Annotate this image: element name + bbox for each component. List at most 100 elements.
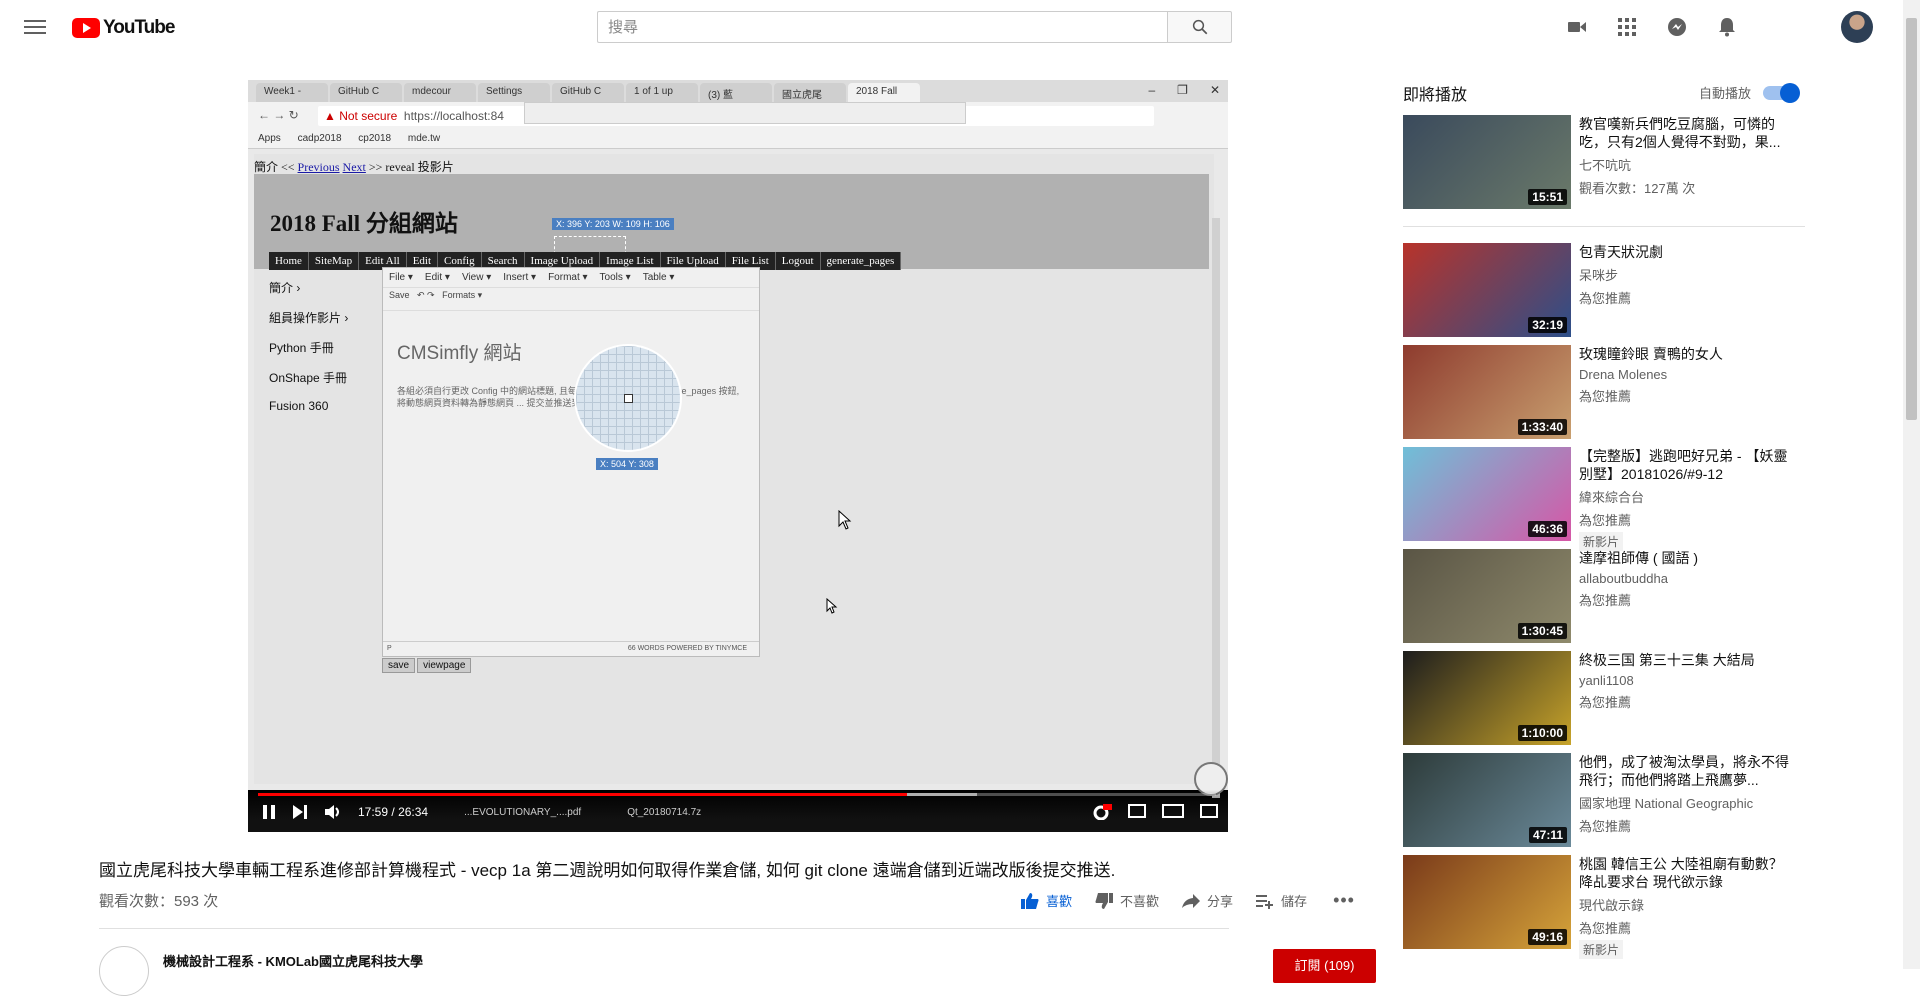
recommendation-title[interactable]: 教官嘆新兵們吃豆腐腦，可憐的吃，只有2個人覺得不對勁，果... <box>1579 115 1789 151</box>
new-video-badge: 新影片 <box>1579 940 1624 959</box>
dislike-button[interactable]: 不喜歡 <box>1094 891 1159 910</box>
search-input[interactable] <box>597 11 1167 43</box>
video-thumbnail[interactable]: 1:30:45 <box>1403 549 1571 643</box>
messages-icon[interactable] <box>1664 14 1690 40</box>
pause-icon[interactable] <box>262 804 276 820</box>
breadcrumb-suffix: >> reveal 投影片 <box>368 160 454 174</box>
video-thumbnail[interactable]: 15:51 <box>1403 115 1571 209</box>
recommendation-meta: 為您推薦 <box>1579 695 1632 710</box>
recommendation-item[interactable]: 32:19 包青天狀況劇 呆咪步 為您推薦 <box>1403 243 1805 337</box>
autoplay-toggle[interactable] <box>1763 82 1801 103</box>
apps-icon[interactable] <box>1614 14 1640 40</box>
recommendation-title[interactable]: 【完整版】逃跑吧好兄弟 - 【妖靈別墅】20181026/#9-12 <box>1579 447 1789 483</box>
recommendation-info: 桃園 韓信王公 大陸祖廟有動數？降乩要求台 現代欲示錄 現代啟示錄 為您推薦 新影片 <box>1579 855 1789 959</box>
subscribe-button[interactable]: 訂閱 (109) <box>1273 949 1376 983</box>
window-controls: – ❐ ✕ <box>1148 83 1220 97</box>
video-title: 國立虎尾科技大學車輛工程系進修部計算機程式 - vecp 1a 第二週說明如何取… <box>99 861 1116 880</box>
thumbs-down-icon <box>1095 892 1114 909</box>
site-nav-item: generate_pages <box>820 252 902 270</box>
back-forward-icons: ← → ↻ <box>258 108 299 122</box>
editor-body: CMSimfly 網站 各組必須自行更改 Config 中的網站標題, 且每次利… <box>397 338 747 409</box>
player-left-controls: 17:59 / 26:34 ...EVOLUTIONARY_....pdf Qt… <box>262 804 701 820</box>
player-controls: 17:59 / 26:34 ...EVOLUTIONARY_....pdf Qt… <box>248 790 1228 832</box>
recommendation-title[interactable]: 包青天狀況劇 <box>1579 243 1789 261</box>
recommendation-channel: 七不吭吭 <box>1579 158 1632 173</box>
browser-tab: Settings <box>478 83 550 102</box>
playlist-add-icon <box>1256 894 1274 909</box>
video-thumbnail[interactable]: 49:16 <box>1403 855 1571 949</box>
up-next-heading: 即將播放 <box>1403 87 1468 104</box>
site-nav-item: SiteMap <box>308 252 360 270</box>
menu-icon[interactable] <box>24 16 46 38</box>
player-right-controls <box>1092 804 1218 820</box>
recommendation-meta: 為您推薦 <box>1579 513 1632 528</box>
like-label: 喜歡 <box>1046 894 1073 909</box>
masthead: YouTube <box>0 0 1900 56</box>
recommendation-item[interactable]: 47:11 他們，成了被淘汰學員，將永不得飛行；而他們將踏上飛鷹夢... 國家地理 … <box>1403 753 1805 847</box>
account-avatar[interactable] <box>1841 11 1873 43</box>
page-scrollbar[interactable] <box>1903 0 1920 969</box>
video-thumbnail[interactable]: 32:19 <box>1403 243 1571 337</box>
fullscreen-icon[interactable] <box>1200 804 1218 818</box>
recommendation-channel: yanli1108 <box>1579 673 1634 688</box>
recommendation-meta: 為您推薦 <box>1579 593 1632 608</box>
next-icon[interactable] <box>292 804 308 820</box>
breadcrumb: 簡介 << Previous Next >> reveal 投影片 <box>254 158 1214 175</box>
video-thumbnail[interactable]: 46:36 <box>1403 447 1571 541</box>
video-camera-icon[interactable] <box>1564 14 1590 40</box>
channel-name[interactable]: 機械設計工程系 - KMOLab國立虎尾科技大學 <box>163 951 423 970</box>
settings-gear-icon[interactable] <box>1092 804 1112 820</box>
search-bar <box>597 11 1232 43</box>
recommendation-meta: 觀看次數：127萬 次 <box>1579 181 1696 196</box>
site-nav-item: Home <box>269 252 309 270</box>
cursor-coordinate-tag: X: 504 Y: 308 <box>596 458 658 470</box>
recommendation-item[interactable]: 1:33:40 玫瑰瞳鈴眼 賣鴨的女人 Drena Molenes 為您推薦 <box>1403 345 1805 439</box>
duration-badge: 46:36 <box>1528 521 1567 537</box>
recommendation-title[interactable]: 達摩祖師傳 ( 國語 ) <box>1579 549 1789 567</box>
bell-icon[interactable] <box>1714 14 1740 40</box>
recommendation-meta: 為您推薦 <box>1579 921 1632 936</box>
editor-menu-item: View ▾ <box>461 272 492 283</box>
recommendation-channel: 緯來綜合台 <box>1579 490 1645 505</box>
more-actions-button[interactable]: ••• <box>1333 890 1355 911</box>
recommendation-title[interactable]: 他們，成了被淘汰學員，將永不得飛行；而他們將踏上飛鷹夢... <box>1579 753 1789 789</box>
recommendation-title[interactable]: 玫瑰瞳鈴眼 賣鴨的女人 <box>1579 345 1789 363</box>
theater-mode-icon[interactable] <box>1162 804 1184 818</box>
volume-icon[interactable] <box>324 804 342 820</box>
download-item: ...EVOLUTIONARY_....pdf <box>464 806 582 818</box>
recommendation-item[interactable]: 15:51 教官嘆新兵們吃豆腐腦，可憐的吃，只有2個人覺得不對勁，果... 七不吭吭… <box>1403 115 1805 209</box>
recommendation-channel: 呆咪步 <box>1579 268 1619 283</box>
video-thumbnail[interactable]: 47:11 <box>1403 753 1571 847</box>
like-button[interactable]: 喜歡 <box>1020 891 1072 910</box>
recommendation-channel: Drena Molenes <box>1579 367 1668 382</box>
editor-word-count: 66 WORDS POWERED BY TINYMCE <box>627 645 747 652</box>
side-menu-item: OnShape 手冊 <box>269 371 348 385</box>
save-label: 儲存 <box>1281 894 1308 909</box>
recommendation-item[interactable]: 49:16 桃園 韓信王公 大陸祖廟有動數？降乩要求台 現代欲示錄 現代啟示錄 為您推… <box>1403 855 1805 959</box>
youtube-logo[interactable]: YouTube <box>72 17 175 39</box>
time-separator: / <box>391 805 395 819</box>
channel-avatar[interactable] <box>99 946 149 996</box>
share-button[interactable]: 分享 <box>1181 891 1233 910</box>
site-side-menu: 簡介 › 組員操作影片 › Python 手冊 OnShape 手冊 Fusio… <box>269 279 348 426</box>
recommendation-item[interactable]: 1:10:00 終极三国 第三十三集 大結局 yanli1108 為您推薦 <box>1403 651 1805 745</box>
recommendation-channel: 國家地理 National Geographic <box>1579 796 1754 811</box>
recommendation-item[interactable]: 1:30:45 達摩祖師傳 ( 國語 ) allaboutbuddha 為您推薦 <box>1403 549 1805 643</box>
tinymce-editor: File ▾ Edit ▾ View ▾ Insert ▾ Format ▾ T… <box>382 267 760 657</box>
scrollbar-thumb[interactable] <box>1906 18 1917 420</box>
editor-menubar: File ▾ Edit ▾ View ▾ Insert ▾ Format ▾ T… <box>383 268 759 287</box>
duration-badge: 1:30:45 <box>1517 623 1567 639</box>
video-thumbnail[interactable]: 1:33:40 <box>1403 345 1571 439</box>
recommendation-channel: allaboutbuddha <box>1579 571 1668 586</box>
logo-text: YouTube <box>103 17 175 38</box>
progress-bar[interactable] <box>258 793 1216 796</box>
save-button[interactable]: 儲存 <box>1255 891 1307 910</box>
recommendation-title[interactable]: 桃園 韓信王公 大陸祖廟有動數？降乩要求台 現代欲示錄 <box>1579 855 1789 891</box>
bookmarks-bar: Apps cadp2018 cp2018 mde.tw <box>248 130 1228 149</box>
video-thumbnail[interactable]: 1:10:00 <box>1403 651 1571 745</box>
search-button[interactable] <box>1167 11 1232 43</box>
miniplayer-icon[interactable] <box>1128 804 1146 818</box>
video-player[interactable]: Week1 - GitHub C mdecour Settings GitHub… <box>248 80 1228 832</box>
recommendation-item[interactable]: 46:36 【完整版】逃跑吧好兄弟 - 【妖靈別墅】20181026/#9-12 緯… <box>1403 447 1805 551</box>
recommendation-title[interactable]: 終极三国 第三十三集 大結局 <box>1579 651 1789 669</box>
